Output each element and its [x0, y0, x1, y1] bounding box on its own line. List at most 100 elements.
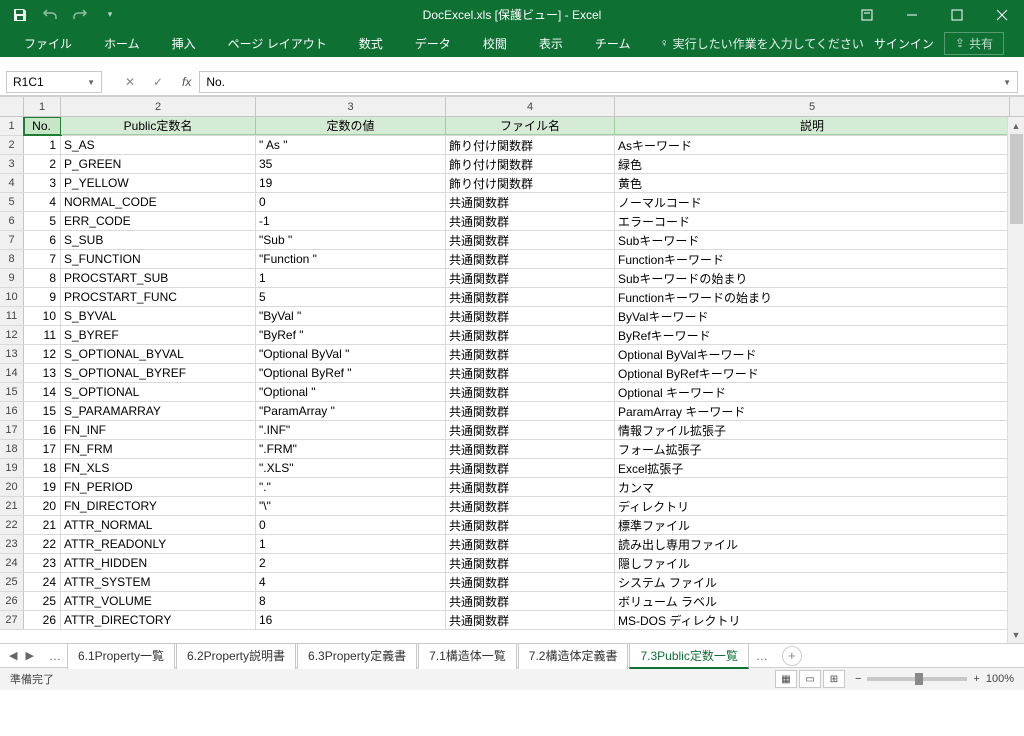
cell[interactable]: 22	[24, 535, 61, 553]
zoom-slider[interactable]	[867, 677, 967, 681]
cell[interactable]: 共通関数群	[446, 592, 615, 610]
cell[interactable]: 共通関数群	[446, 516, 615, 534]
sheet-tab[interactable]: 6.1Property一覧	[67, 643, 175, 669]
cell[interactable]: 2	[24, 155, 61, 173]
cell[interactable]: P_GREEN	[61, 155, 256, 173]
cell[interactable]: " As "	[256, 136, 446, 154]
minimize-button[interactable]	[889, 0, 934, 29]
cell[interactable]: -1	[256, 212, 446, 230]
cell[interactable]: Functionキーワード	[615, 250, 1010, 268]
cell[interactable]: Asキーワード	[615, 136, 1010, 154]
cell[interactable]: 0	[256, 193, 446, 211]
cell[interactable]: 共通関数群	[446, 554, 615, 572]
cell[interactable]: "ParamArray "	[256, 402, 446, 420]
row-header[interactable]: 17	[0, 421, 24, 439]
sheet-nav-next-icon[interactable]: ▶	[22, 649, 36, 662]
row-header[interactable]: 5	[0, 193, 24, 211]
ribbon-tab[interactable]: データ	[401, 31, 465, 56]
page-break-view-icon[interactable]: ⊞	[823, 670, 845, 688]
ribbon-options-icon[interactable]	[844, 0, 889, 29]
table-header-cell[interactable]: Public定数名	[61, 117, 256, 135]
row-header[interactable]: 22	[0, 516, 24, 534]
row-header[interactable]: 20	[0, 478, 24, 496]
undo-icon[interactable]	[38, 3, 62, 27]
cell[interactable]: PROCSTART_FUNC	[61, 288, 256, 306]
sheet-overflow-right[interactable]: …	[750, 649, 774, 663]
cell[interactable]: 3	[24, 174, 61, 192]
ribbon-tab[interactable]: 挿入	[158, 31, 210, 56]
cell[interactable]: 共通関数群	[446, 307, 615, 325]
chevron-down-icon[interactable]: ▼	[87, 78, 95, 87]
sheet-overflow-left[interactable]: …	[43, 649, 67, 663]
cell[interactable]: 共通関数群	[446, 269, 615, 287]
cell[interactable]: 25	[24, 592, 61, 610]
cell[interactable]: 4	[256, 573, 446, 591]
cell[interactable]: カンマ	[615, 478, 1010, 496]
zoom-out-button[interactable]: −	[855, 673, 861, 685]
cell[interactable]: 読み出し専用ファイル	[615, 535, 1010, 553]
cell[interactable]: NORMAL_CODE	[61, 193, 256, 211]
row-header[interactable]: 21	[0, 497, 24, 515]
cell[interactable]: ディレクトリ	[615, 497, 1010, 515]
cell[interactable]: FN_INF	[61, 421, 256, 439]
cell[interactable]: P_YELLOW	[61, 174, 256, 192]
cell[interactable]: 1	[24, 136, 61, 154]
cell[interactable]: S_BYREF	[61, 326, 256, 344]
cell[interactable]: FN_DIRECTORY	[61, 497, 256, 515]
row-header[interactable]: 10	[0, 288, 24, 306]
sheet-tab[interactable]: 7.3Public定数一覧	[629, 643, 748, 669]
cell[interactable]: 黄色	[615, 174, 1010, 192]
row-header[interactable]: 18	[0, 440, 24, 458]
cell[interactable]: "ByVal "	[256, 307, 446, 325]
cell[interactable]: 5	[24, 212, 61, 230]
cell[interactable]: "."	[256, 478, 446, 496]
qat-customize-icon[interactable]: ▾	[98, 3, 122, 27]
cell[interactable]: 共通関数群	[446, 231, 615, 249]
cell[interactable]: 共通関数群	[446, 364, 615, 382]
ribbon-tab[interactable]: ホーム	[90, 31, 154, 56]
cancel-formula-icon[interactable]: ✕	[120, 75, 140, 89]
cell[interactable]: 情報ファイル拡張子	[615, 421, 1010, 439]
scroll-down-icon[interactable]: ▼	[1008, 626, 1024, 643]
ribbon-tab[interactable]: 校閲	[469, 31, 521, 56]
column-header[interactable]: 3	[256, 97, 446, 116]
cell[interactable]: ByValキーワード	[615, 307, 1010, 325]
table-header-cell[interactable]: No.	[24, 117, 61, 135]
formula-input[interactable]: No. ▼	[199, 71, 1018, 93]
cell[interactable]: 13	[24, 364, 61, 382]
cell[interactable]: FN_PERIOD	[61, 478, 256, 496]
cell[interactable]: エラーコード	[615, 212, 1010, 230]
cell[interactable]: 標準ファイル	[615, 516, 1010, 534]
cell[interactable]: 共通関数群	[446, 440, 615, 458]
accept-formula-icon[interactable]: ✓	[148, 75, 168, 89]
row-header[interactable]: 3	[0, 155, 24, 173]
cell[interactable]: FN_FRM	[61, 440, 256, 458]
column-header[interactable]: 2	[61, 97, 256, 116]
cell[interactable]: Subキーワード	[615, 231, 1010, 249]
cell[interactable]: "Function "	[256, 250, 446, 268]
row-header[interactable]: 2	[0, 136, 24, 154]
row-header[interactable]: 23	[0, 535, 24, 553]
cell[interactable]: 1	[256, 269, 446, 287]
sign-in-link[interactable]: サインイン	[874, 35, 934, 52]
ribbon-tab[interactable]: ページ レイアウト	[214, 31, 341, 56]
ribbon-tab[interactable]: ファイル	[10, 31, 86, 56]
cell[interactable]: 共通関数群	[446, 535, 615, 553]
page-layout-view-icon[interactable]: ▭	[799, 670, 821, 688]
select-all-corner[interactable]	[0, 97, 24, 117]
cell[interactable]: ".FRM"	[256, 440, 446, 458]
row-header[interactable]: 15	[0, 383, 24, 401]
cell[interactable]: 6	[24, 231, 61, 249]
name-box[interactable]: R1C1 ▼	[6, 71, 102, 93]
cell[interactable]: フォーム拡張子	[615, 440, 1010, 458]
cell[interactable]: S_AS	[61, 136, 256, 154]
cell[interactable]: Optional キーワード	[615, 383, 1010, 401]
cell[interactable]: S_OPTIONAL_BYVAL	[61, 345, 256, 363]
cell[interactable]: ".INF"	[256, 421, 446, 439]
cell[interactable]: 共通関数群	[446, 212, 615, 230]
cell[interactable]: 8	[24, 269, 61, 287]
cell[interactable]: ボリューム ラベル	[615, 592, 1010, 610]
cell[interactable]: 共通関数群	[446, 478, 615, 496]
cell[interactable]: 23	[24, 554, 61, 572]
cell[interactable]: S_PARAMARRAY	[61, 402, 256, 420]
